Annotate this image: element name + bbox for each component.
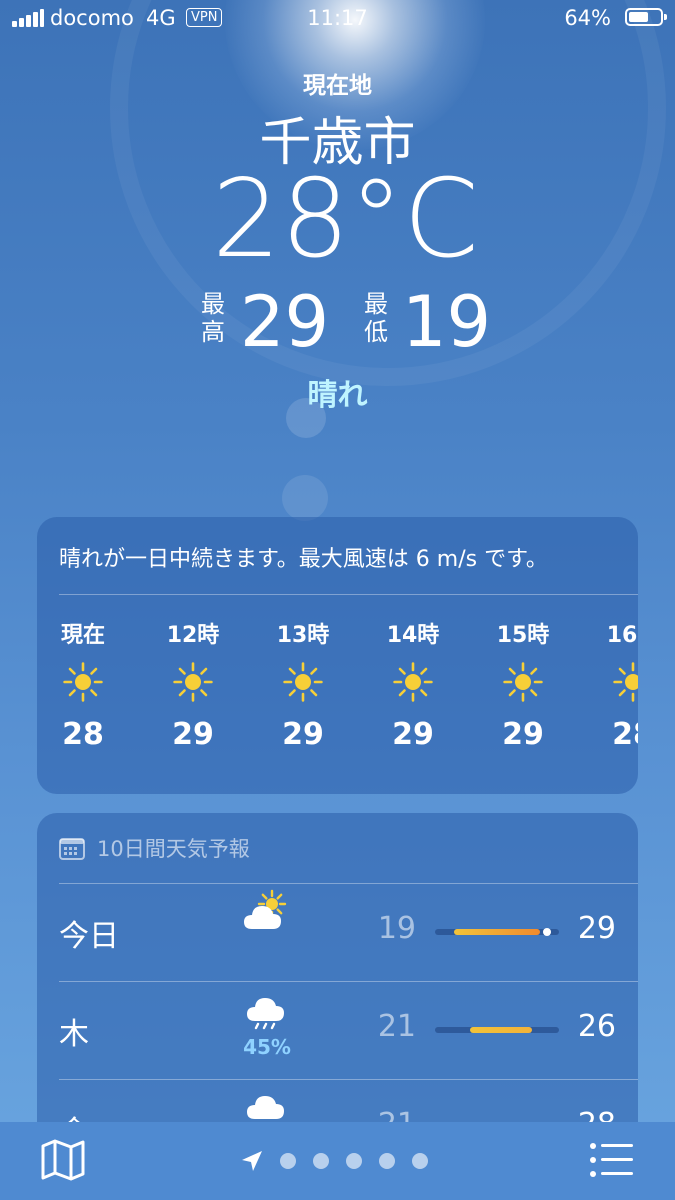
sun-icon [138, 647, 248, 717]
divider [59, 883, 638, 884]
hourly-item: 16時 28 [578, 617, 638, 752]
map-icon [41, 1139, 85, 1181]
hour-temperature: 29 [282, 717, 324, 752]
hour-label: 16時 [606, 623, 638, 648]
hour-temperature: 28 [62, 717, 104, 752]
location-label: 現在地 [303, 73, 372, 99]
page-dot[interactable] [412, 1153, 428, 1169]
sun-icon [578, 647, 638, 717]
low-label: 最低 [364, 290, 388, 346]
hourly-item: 13時 29 [248, 617, 358, 752]
daily-row[interactable]: 木 45% 21 26 [37, 981, 638, 1079]
precip-chance: 45% [243, 1035, 291, 1059]
hourly-item: 15時 29 [468, 617, 578, 752]
page-dot[interactable] [280, 1153, 296, 1169]
sun-icon [37, 647, 138, 717]
page-indicator[interactable] [240, 1149, 428, 1173]
low-temp: 19 [377, 911, 416, 946]
hour-label: 12時 [166, 623, 220, 648]
hour-temperature: 28 [612, 717, 638, 752]
high-temperature: 29 [240, 281, 330, 363]
battery-icon [625, 8, 667, 26]
lens-flare [282, 475, 328, 521]
temp-range-fill [469, 1027, 532, 1033]
hourly-item: 12時 29 [138, 617, 248, 752]
current-temperature: 28°C [212, 157, 479, 282]
divider [59, 1079, 638, 1080]
hourly-list[interactable]: 現在 2812時 2913時 2914時 2915時 2916時 28 [37, 617, 638, 787]
calendar-icon [59, 838, 85, 860]
daily-forecast-title: 10日間天気予報 [97, 837, 250, 861]
daily-row[interactable]: 今日 19 29 [37, 883, 638, 981]
hour-temperature: 29 [172, 717, 214, 752]
divider [59, 981, 638, 982]
sun-icon [358, 647, 468, 717]
day-label: 木 [59, 1017, 89, 1052]
day-label: 今日 [59, 919, 119, 954]
sun-icon [468, 647, 578, 717]
map-button[interactable] [40, 1139, 86, 1185]
location-arrow-icon [242, 1151, 262, 1171]
high-temp: 29 [577, 911, 616, 946]
list-icon [590, 1143, 633, 1177]
daily-forecast-card[interactable]: 10日間天気予報 今日 19 29 木 45% 21 26 金 21 28 [37, 813, 638, 1143]
high-temp: 26 [577, 1009, 616, 1044]
temp-range-bar [435, 928, 559, 936]
daily-forecast-header: 10日間天気予報 [59, 833, 250, 863]
page-dot[interactable] [379, 1153, 395, 1169]
low-temperature: 19 [402, 281, 492, 363]
hourly-forecast-card[interactable]: 晴れが一日中続きます。最大風速は 6 m/s です。 現在 28 12時 29 13… [37, 517, 638, 794]
battery-percent: 64% [564, 6, 611, 30]
page-dot[interactable] [346, 1153, 362, 1169]
hour-label: 14時 [386, 623, 440, 648]
condition-text: 晴れ [307, 378, 368, 413]
partly-cloudy-icon [222, 889, 312, 937]
status-bar: docomo 4G VPN 11:17 64% [0, 0, 675, 38]
cloud-rain-icon: 45% [222, 987, 312, 1059]
list-button[interactable] [589, 1141, 635, 1183]
forecast-summary: 晴れが一日中続きます。最大風速は 6 m/s です。 [59, 547, 548, 572]
temp-range-bar [435, 1027, 559, 1033]
divider [59, 594, 638, 595]
low-temp: 21 [377, 1009, 416, 1044]
hour-label: 13時 [276, 623, 330, 648]
temp-range-fill [453, 929, 541, 935]
hour-temperature: 29 [392, 717, 434, 752]
bottom-toolbar [0, 1122, 675, 1200]
hour-label: 15時 [496, 623, 550, 648]
hourly-item: 14時 29 [358, 617, 468, 752]
high-low: 最高 29 最低 19 [0, 282, 675, 362]
hour-label: 現在 [60, 623, 105, 648]
sun-icon [248, 647, 358, 717]
hour-temperature: 29 [502, 717, 544, 752]
high-label: 最高 [201, 290, 225, 346]
hourly-item: 現在 28 [37, 617, 138, 752]
page-dot[interactable] [313, 1153, 329, 1169]
current-temp-dot [542, 928, 551, 936]
